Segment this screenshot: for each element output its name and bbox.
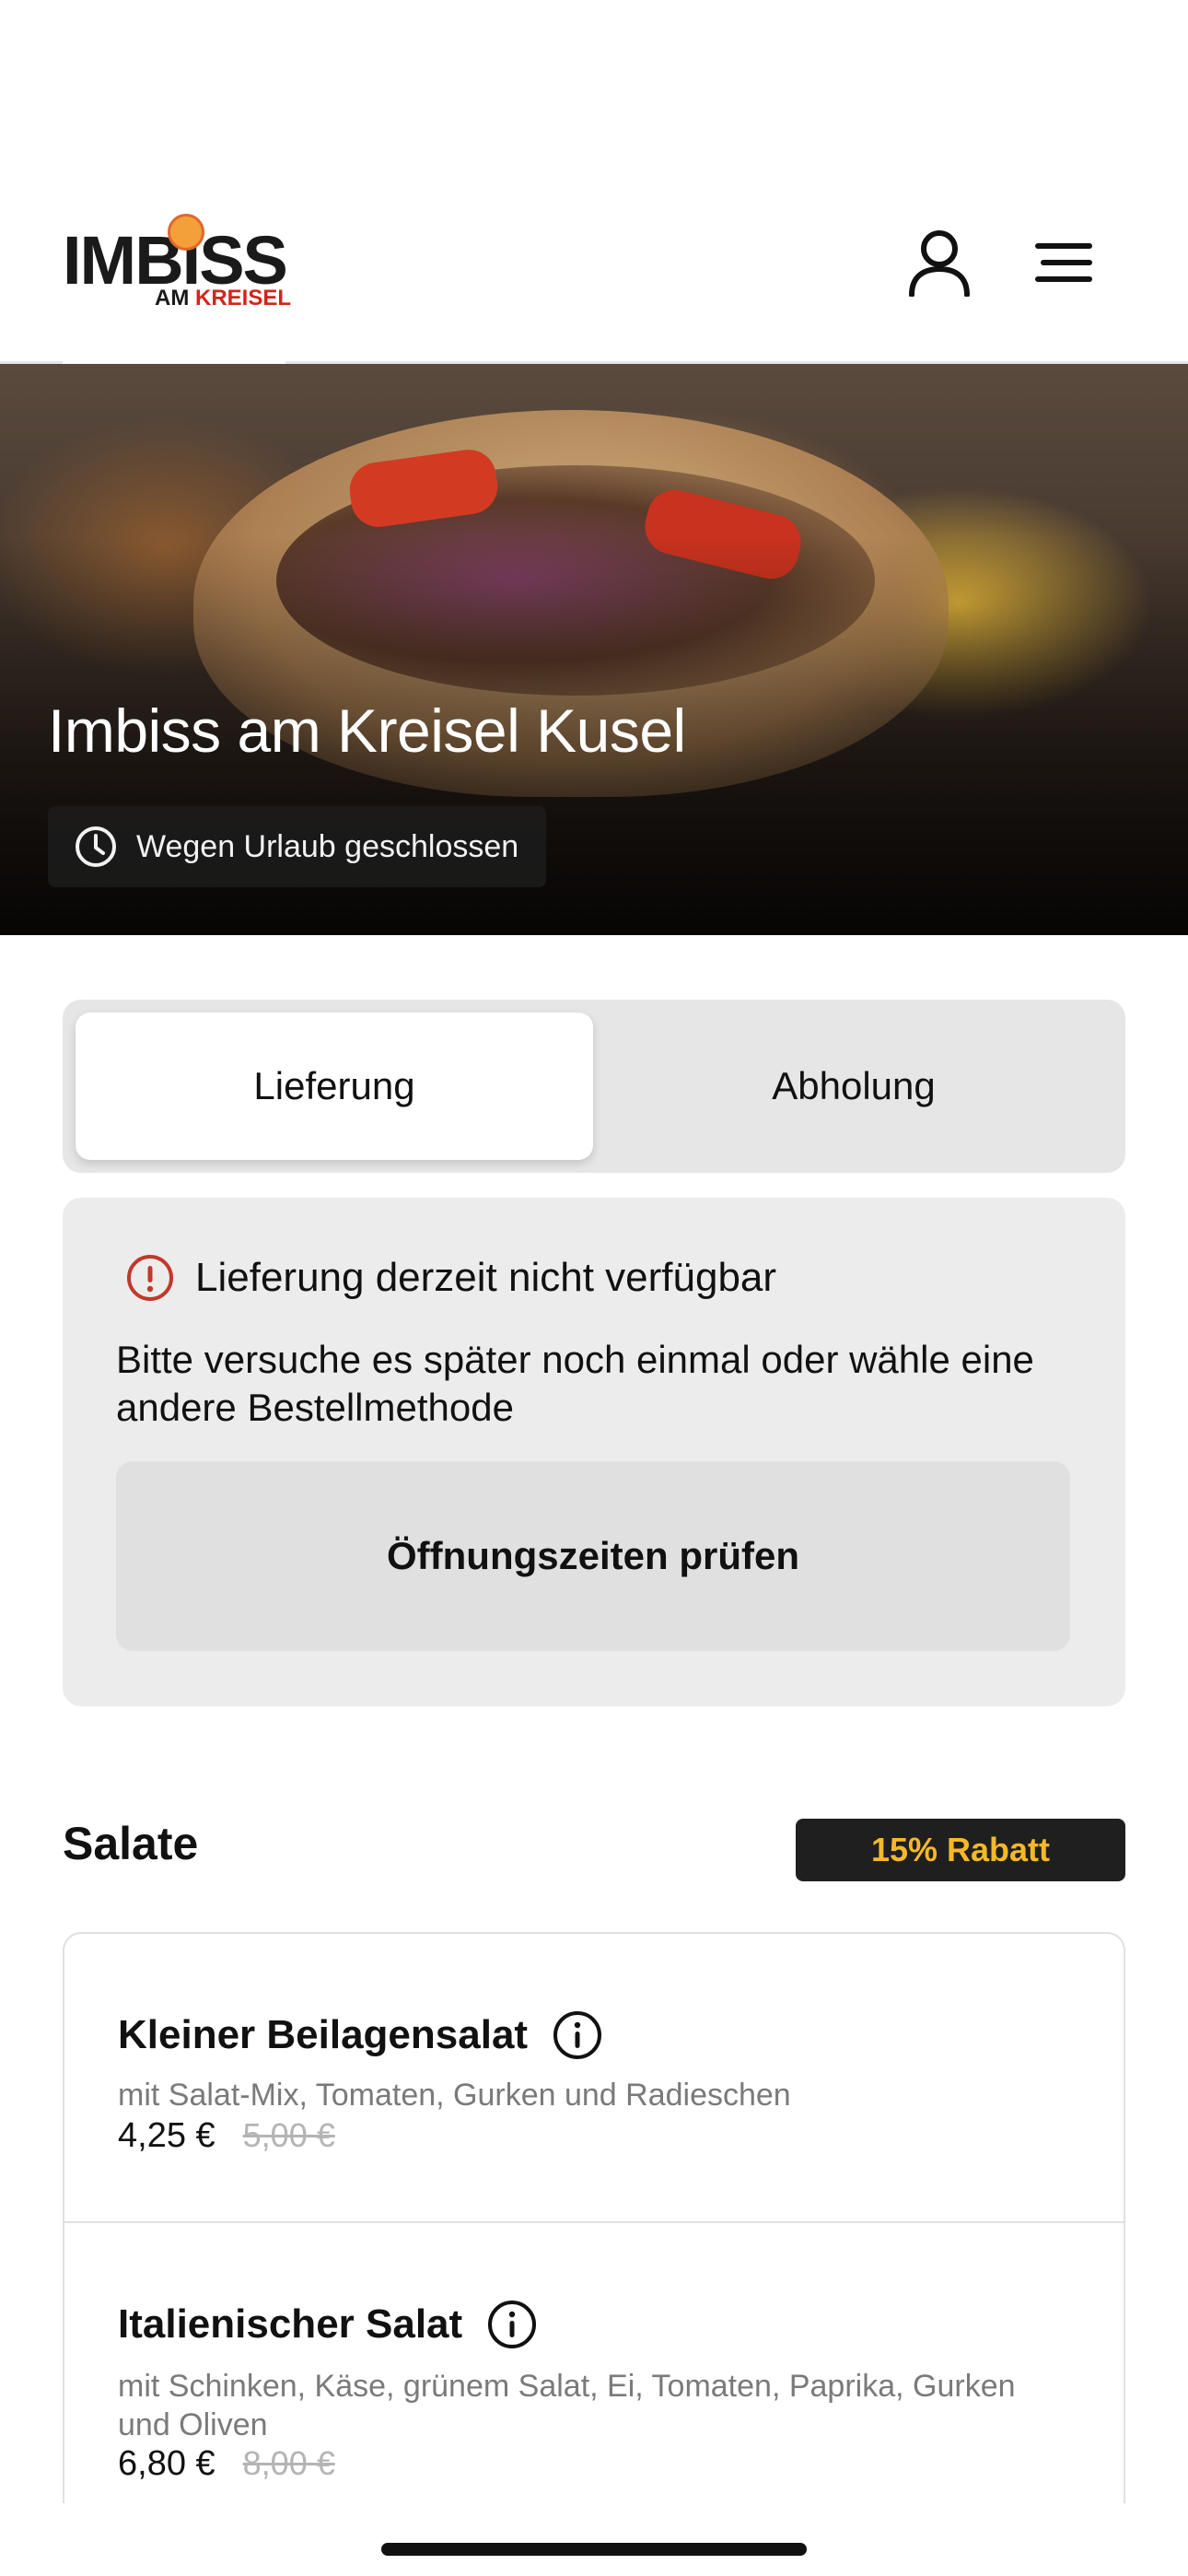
- main-menu-button[interactable]: [1022, 221, 1105, 304]
- restaurant-name: Imbiss am Kreisel Kusel: [48, 697, 686, 765]
- menu-item-name: Italienischer Salat: [118, 2301, 463, 2347]
- delivery-unavailable-notice: Lieferung derzeit nicht verfügbar Bitte …: [63, 1198, 1125, 1706]
- menu-item[interactable]: Kleiner Beilagensalat mit Salat-Mix, Tom…: [64, 1934, 1124, 2221]
- logo-pizza-icon: [168, 214, 204, 251]
- menu-item-description: mit Salat-Mix, Tomaten, Gurken und Radie…: [118, 2078, 791, 2113]
- menu-item-list: Kleiner Beilagensalat mit Salat-Mix, Tom…: [63, 1932, 1125, 2503]
- menu-item[interactable]: Italienischer Salat mit Schinken, Käse, …: [64, 2221, 1124, 2503]
- logo-subtitle: AM KREISEL: [155, 286, 291, 311]
- menu-item-old-price: 5,00 €: [242, 2116, 335, 2154]
- restaurant-hero-banner: Imbiss am Kreisel Kusel Wegen Urlaub ges…: [0, 364, 1188, 935]
- menu-item-description: mit Schinken, Käse, grünem Salat, Ei, To…: [118, 2369, 1016, 2442]
- logo-subtitle-prefix: AM: [155, 286, 195, 310]
- check-opening-hours-button[interactable]: Öffnungszeiten prüfen: [116, 1461, 1070, 1651]
- menu-item-price-row: 4,25 € 5,00 €: [118, 2116, 335, 2156]
- notice-message: Bitte versuche es später noch einmal ode…: [116, 1338, 1034, 1429]
- menu-item-name: Kleiner Beilagensalat: [118, 2012, 529, 2057]
- home-indicator[interactable]: [381, 2543, 807, 2556]
- notice-title: Lieferung derzeit nicht verfügbar: [195, 1255, 777, 1300]
- info-icon[interactable]: [486, 2299, 538, 2350]
- opening-status-text: Wegen Urlaub geschlossen: [136, 828, 519, 864]
- menu-item-old-price: 8,00 €: [242, 2444, 335, 2482]
- pickup-option[interactable]: Abholung: [595, 1013, 1112, 1160]
- user-account-button[interactable]: [898, 221, 981, 304]
- user-icon: [909, 230, 970, 297]
- hamburger-menu-icon: [1035, 243, 1092, 282]
- notice-heading: Lieferung derzeit nicht verfügbar: [125, 1253, 776, 1303]
- logo-subtitle-highlight: KREISEL: [195, 286, 292, 310]
- menu-item-price: 6,80 €: [118, 2444, 215, 2483]
- menu-item-price-row: 6,80 € 8,00 €: [118, 2444, 335, 2484]
- alert-info-icon: [127, 1255, 173, 1301]
- menu-item-price: 4,25 €: [118, 2116, 215, 2155]
- app-header: IMBISS AM KREISEL: [0, 0, 1188, 364]
- menu-item-title: Italienischer Salat: [118, 2299, 538, 2350]
- opening-status-badge: Wegen Urlaub geschlossen: [48, 806, 547, 887]
- menu-item-title: Kleiner Beilagensalat: [118, 2009, 603, 2061]
- imbiss-logo[interactable]: IMBISS AM KREISEL: [63, 214, 293, 315]
- category-title: Salate: [63, 1818, 199, 1869]
- discount-badge: 15% Rabatt: [796, 1819, 1125, 1881]
- delivery-option[interactable]: Lieferung: [76, 1013, 593, 1160]
- clock-icon: [76, 826, 116, 867]
- order-mode-toggle: Lieferung Abholung: [63, 1000, 1125, 1173]
- info-icon[interactable]: [552, 2009, 603, 2061]
